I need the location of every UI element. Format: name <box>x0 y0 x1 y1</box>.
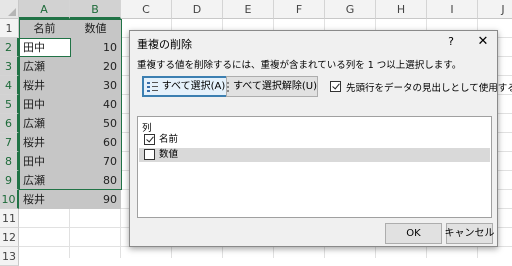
select-all-button[interactable]: すべて選択(A) <box>142 76 230 97</box>
dialog-title: 重複の削除 <box>137 38 192 51</box>
unselect-all-label: すべて選択解除(U) <box>232 81 317 92</box>
cell[interactable]: 田中 <box>19 152 70 171</box>
select-all-corner[interactable] <box>0 0 19 19</box>
has-headers-label: 先頭行をデータの見出しとして使用する(M) <box>346 83 512 94</box>
cell[interactable]: 60 <box>70 133 121 152</box>
instruction-text: 重複する値を削除するには、重複が含まれている列を 1 つ以上選択します。 <box>137 60 462 71</box>
row-header-7[interactable]: 7 <box>0 133 19 152</box>
cell[interactable]: 田中 <box>19 95 70 114</box>
column-item-name[interactable]: 名前 <box>139 133 490 147</box>
ok-button[interactable]: OK <box>385 223 442 244</box>
row-header-6[interactable]: 6 <box>0 114 19 133</box>
row-header-10[interactable]: 10 <box>0 190 19 209</box>
column-header-d[interactable]: D <box>172 0 223 19</box>
cell[interactable]: 90 <box>70 190 121 209</box>
cell[interactable]: 広瀬 <box>19 171 70 190</box>
column-header-b[interactable]: B <box>70 0 121 19</box>
row-header-11[interactable]: 11 <box>0 209 19 228</box>
row-header-13[interactable]: 13 <box>0 247 19 266</box>
has-headers-checkbox[interactable] <box>330 81 341 92</box>
columns-list-title: 列 <box>142 123 152 134</box>
column-label: 名前 <box>159 134 179 145</box>
cell[interactable]: 30 <box>70 76 121 95</box>
column-header-i[interactable]: I <box>427 0 478 19</box>
column-header-a[interactable]: A <box>19 0 70 19</box>
column-header-f[interactable]: F <box>274 0 325 19</box>
select-all-label: すべて選択(A) <box>161 81 226 92</box>
cell[interactable]: 50 <box>70 114 121 133</box>
help-icon[interactable]: ? <box>443 34 459 50</box>
column-header-j[interactable]: J <box>478 0 512 19</box>
row-header-1[interactable]: 1 <box>0 19 19 38</box>
row-header-2[interactable]: 2 <box>0 38 19 57</box>
column-label: 数値 <box>159 149 179 160</box>
column-header-g[interactable]: G <box>325 0 376 19</box>
row-header-9[interactable]: 9 <box>0 171 19 190</box>
cell[interactable]: 10 <box>70 38 121 57</box>
row-header-5[interactable]: 5 <box>0 95 19 114</box>
column-checkbox[interactable] <box>144 134 155 145</box>
cell[interactable]: 田中 <box>19 38 70 57</box>
row-header-4[interactable]: 4 <box>0 76 19 95</box>
cell[interactable]: 40 <box>70 95 121 114</box>
cell[interactable]: 20 <box>70 57 121 76</box>
unselect-all-button[interactable]: すべて選択解除(U) <box>226 76 318 97</box>
remove-duplicates-dialog: 重複の削除 ? ✕ 重複する値を削除するには、重複が含まれている列を 1 つ以上… <box>129 30 512 247</box>
column-item-value[interactable]: 数値 <box>139 148 490 162</box>
row-header-3[interactable]: 3 <box>0 57 19 76</box>
list-icon <box>146 81 158 92</box>
columns-listbox[interactable]: 列 名前 数値 <box>137 116 492 218</box>
cell[interactable]: 70 <box>70 152 121 171</box>
cell[interactable]: 桜井 <box>19 190 70 209</box>
cell[interactable]: 名前 <box>19 19 70 38</box>
cancel-button[interactable]: キャンセル <box>445 223 495 244</box>
column-header-c[interactable]: C <box>121 0 172 19</box>
cell[interactable]: 桜井 <box>19 133 70 152</box>
list-icon <box>227 81 229 92</box>
row-header-8[interactable]: 8 <box>0 152 19 171</box>
column-checkbox[interactable] <box>144 149 155 160</box>
row-header-12[interactable]: 12 <box>0 228 19 247</box>
cell[interactable]: 広瀬 <box>19 57 70 76</box>
column-header-h[interactable]: H <box>376 0 427 19</box>
cell[interactable]: 広瀬 <box>19 114 70 133</box>
cell[interactable]: 80 <box>70 171 121 190</box>
cell[interactable]: 数値 <box>70 19 121 38</box>
close-icon[interactable]: ✕ <box>475 34 491 50</box>
cell[interactable]: 桜井 <box>19 76 70 95</box>
column-header-e[interactable]: E <box>223 0 274 19</box>
